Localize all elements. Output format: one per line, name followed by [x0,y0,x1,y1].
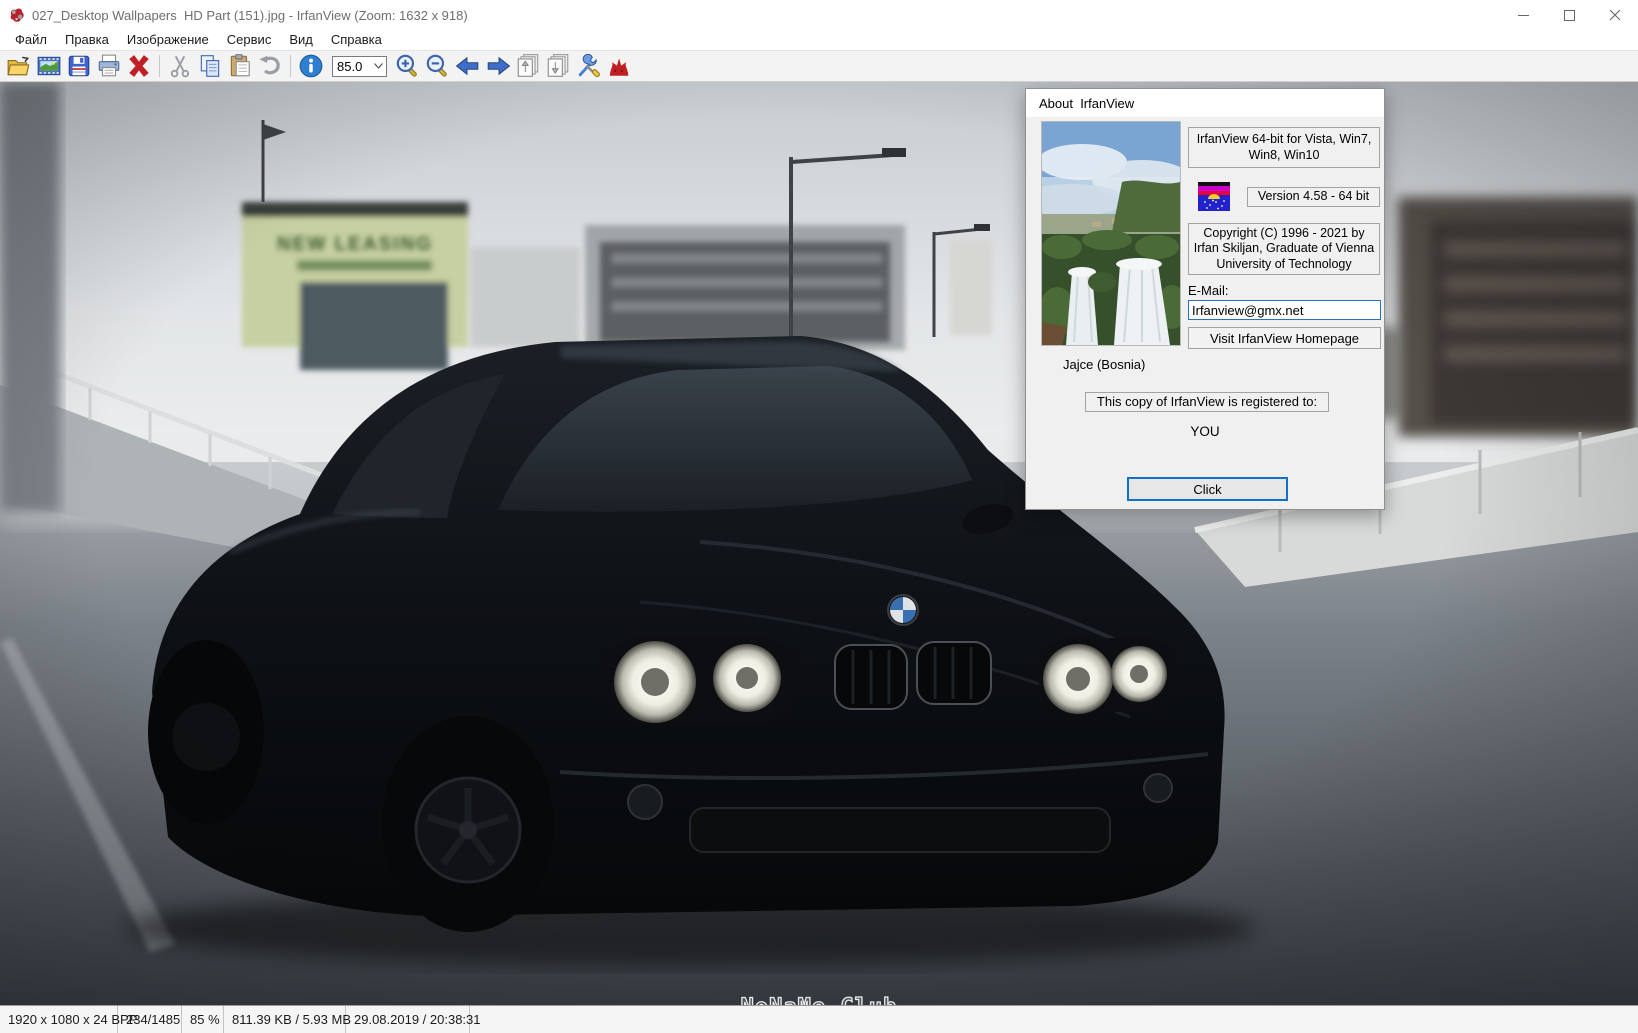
menu-help[interactable]: Справка [322,30,391,50]
open-folder-icon [6,53,32,79]
zoom-in-button[interactable] [393,52,423,80]
delete-x-icon [126,53,152,79]
toolbar [0,50,1638,82]
minimize-icon [1518,10,1529,21]
chevron-down-icon[interactable] [371,57,386,76]
paste-button[interactable] [225,52,255,80]
zoom-out-button[interactable] [423,52,453,80]
pages-up-icon [515,53,541,79]
status-file-datetime: 29.08.2019 / 20:38:31 [346,1006,470,1033]
menu-image[interactable]: Изображение [118,30,218,50]
tools-icon [575,53,601,79]
about-dialog: About IrfanView [1025,88,1385,510]
registered-to: YOU [1026,424,1384,439]
minimize-button[interactable] [1500,0,1546,30]
irfanview-logo [1198,182,1230,211]
close-button[interactable] [1592,0,1638,30]
window-title: 027_Desktop Wallpapers HD Part (151).jpg… [32,8,1500,23]
photo-caption: Jajce (Bosnia) [1063,357,1145,372]
jajce-waterfall-photo [1041,121,1181,346]
zoom-input[interactable] [333,59,371,74]
status-file-size: 811.39 KB / 5.93 MB [224,1006,346,1033]
slideshow-button[interactable] [34,52,64,80]
arrow-left-icon [455,53,481,79]
email-input[interactable] [1188,300,1381,320]
print-icon [96,53,122,79]
save-button[interactable] [64,52,94,80]
zoom-combobox[interactable] [332,56,387,77]
options-button[interactable] [573,52,603,80]
undo-arrow-icon [257,53,283,79]
info-button[interactable] [296,52,326,80]
arrow-right-icon [485,53,511,79]
close-icon [1609,9,1621,21]
visit-homepage-button[interactable]: Visit IrfanView Homepage [1188,327,1381,349]
pages-down-icon [545,53,571,79]
status-file-index: 234/1485 [118,1006,182,1033]
info-icon [298,53,324,79]
menu-edit[interactable]: Правка [56,30,118,50]
menu-options[interactable]: Сервис [218,30,281,50]
bmw-photo-canvas: NEW LEASING [0,82,1638,1005]
email-label: E-Mail: [1188,283,1228,298]
product-info-box: IrfanView 64-bit for Vista, Win7, Win8, … [1188,127,1380,168]
irfanview-window: 027_Desktop Wallpapers HD Part (151).jpg… [0,0,1638,1033]
copy-icon [197,53,223,79]
about-dialog-title: About IrfanView [1039,96,1134,111]
slideshow-icon [36,53,62,79]
about-dialog-titlebar[interactable]: About IrfanView [1026,89,1384,117]
version-box: Version 4.58 - 64 bit [1247,187,1380,207]
statusbar: 1920 x 1080 x 24 BPP 234/1485 85 % 811.3… [0,1005,1638,1033]
delete-button[interactable] [124,52,154,80]
previous-file-button[interactable] [453,52,483,80]
copyright-box: Copyright (C) 1996 - 2021 by Irfan Skilj… [1188,223,1380,275]
window-controls [1500,0,1638,30]
zoom-in-icon [395,53,421,79]
cut-scissors-icon [167,53,193,79]
last-file-button[interactable] [543,52,573,80]
toolbar-separator [159,55,160,77]
print-button[interactable] [94,52,124,80]
click-button[interactable]: Click [1127,477,1288,501]
zoom-out-icon [425,53,451,79]
cut-button[interactable] [165,52,195,80]
exit-red-cat-icon [605,53,631,79]
next-file-button[interactable] [483,52,513,80]
image-viewport[interactable]: NEW LEASING [0,82,1638,1005]
undo-button[interactable] [255,52,285,80]
maximize-icon [1564,10,1575,21]
status-image-dimensions: 1920 x 1080 x 24 BPP [0,1006,118,1033]
irfanview-app-icon [8,6,26,24]
menubar: Файл Правка Изображение Сервис Вид Справ… [0,30,1638,50]
exit-button[interactable] [603,52,633,80]
first-file-button[interactable] [513,52,543,80]
menu-file[interactable]: Файл [6,30,56,50]
maximize-button[interactable] [1546,0,1592,30]
open-button[interactable] [4,52,34,80]
watermark: NoNaMe-Club [741,995,898,1005]
toolbar-separator [290,55,291,77]
paste-clipboard-icon [227,53,253,79]
menu-view[interactable]: Вид [280,30,322,50]
registered-box: This copy of IrfanView is registered to: [1085,392,1329,412]
save-icon [66,53,92,79]
titlebar[interactable]: 027_Desktop Wallpapers HD Part (151).jpg… [0,0,1638,30]
status-zoom-percent: 85 % [182,1006,224,1033]
copy-button[interactable] [195,52,225,80]
